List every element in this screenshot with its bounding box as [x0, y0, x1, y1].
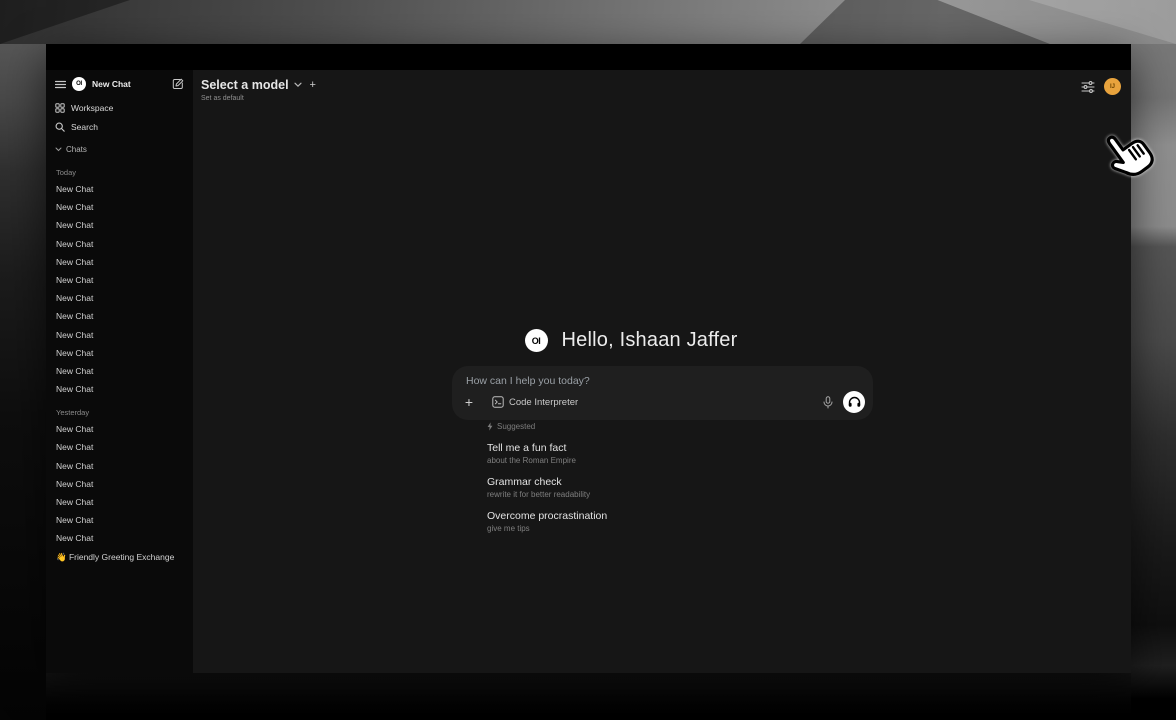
suggested-prompt-title: Tell me a fun fact	[487, 442, 817, 454]
chat-list-item[interactable]: New Chat	[46, 380, 193, 398]
suggested-prompt-subtitle: give me tips	[487, 524, 817, 533]
chat-list-item[interactable]: New Chat	[46, 198, 193, 216]
model-selector-label: Select a model	[201, 78, 289, 92]
chat-list-item[interactable]: New Chat	[46, 216, 193, 234]
desktop-background: OI New Chat Workspace Search	[0, 0, 1176, 720]
chat-input-box[interactable]: How can I help you today? + Code Interpr…	[452, 366, 873, 420]
code-interpreter-toggle[interactable]: Code Interpreter	[492, 396, 578, 408]
main-header: Select a model + Set as default IJ	[193, 70, 1131, 106]
model-selector-block: Select a model + Set as default	[201, 78, 316, 102]
suggested-prompt-subtitle: rewrite it for better readability	[487, 490, 817, 499]
chat-list-item[interactable]: New Chat	[46, 529, 193, 547]
chat-list-item-named[interactable]: 👋 Friendly Greeting Exchange	[46, 548, 193, 567]
wallpaper-right	[1131, 44, 1176, 720]
suggested-prompt-subtitle: about the Roman Empire	[487, 456, 817, 465]
code-interpreter-label: Code Interpreter	[509, 397, 578, 408]
sidebar-header: OI New Chat	[46, 70, 193, 98]
sidebar-title: New Chat	[92, 79, 166, 89]
new-chat-icon[interactable]	[172, 78, 184, 90]
microphone-icon[interactable]	[819, 393, 837, 411]
suggested-prompt[interactable]: Overcome procrastination give me tips	[487, 510, 817, 533]
window-top-bar	[46, 44, 1131, 70]
chat-groups: TodayNew ChatNew ChatNew ChatNew ChatNew…	[46, 165, 193, 548]
chat-input-actions: + Code Interpreter	[452, 390, 873, 414]
attach-button[interactable]: +	[460, 393, 478, 411]
suggested-prompts: Suggested Tell me a fun fact about the R…	[487, 422, 817, 533]
app-logo: OI	[72, 77, 86, 91]
wallpaper-left	[0, 44, 46, 720]
chat-input-placeholder[interactable]: How can I help you today?	[466, 375, 590, 387]
suggested-prompt-title: Grammar check	[487, 476, 817, 488]
suggested-prompt[interactable]: Tell me a fun fact about the Roman Empir…	[487, 442, 817, 465]
app-logo: OI	[525, 329, 548, 352]
sidebar-item-label: Search	[71, 122, 98, 132]
user-avatar[interactable]: IJ	[1104, 78, 1121, 95]
chat-list-item[interactable]: New Chat	[46, 235, 193, 253]
greeting-text: Hello, Ishaan Jaffer	[562, 329, 738, 352]
app-window: OI New Chat Workspace Search	[46, 44, 1131, 673]
sidebar-item-search[interactable]: Search	[46, 117, 193, 136]
chat-group-label: Today	[46, 165, 193, 180]
sidebar-item-label: Workspace	[71, 103, 113, 113]
chevron-down-icon	[55, 147, 62, 152]
chat-list-item[interactable]: New Chat	[46, 362, 193, 380]
chevron-down-icon	[294, 82, 302, 88]
chat-list-item[interactable]: New Chat	[46, 457, 193, 475]
chat-list-item[interactable]: New Chat	[46, 344, 193, 362]
chats-section-header[interactable]: Chats	[46, 141, 193, 158]
suggested-header: Suggested	[487, 422, 817, 431]
suggested-label: Suggested	[497, 422, 535, 431]
chat-list-item[interactable]: New Chat	[46, 271, 193, 289]
greeting-row: OI Hello, Ishaan Jaffer	[193, 329, 1069, 352]
voice-call-button[interactable]	[843, 391, 865, 413]
workspace-grid-icon	[55, 103, 65, 113]
headphones-icon	[848, 396, 861, 408]
add-model-button[interactable]: +	[310, 79, 316, 91]
chat-list-item[interactable]: New Chat	[46, 438, 193, 456]
chat-list-item[interactable]: New Chat	[46, 511, 193, 529]
sidebar: OI New Chat Workspace Search	[46, 70, 193, 673]
chat-list-item[interactable]: New Chat	[46, 493, 193, 511]
chat-list-item[interactable]: New Chat	[46, 180, 193, 198]
bolt-icon	[487, 422, 493, 431]
suggested-prompt-title: Overcome procrastination	[487, 510, 817, 522]
suggested-prompt[interactable]: Grammar check rewrite it for better read…	[487, 476, 817, 499]
main-pane: Select a model + Set as default IJ	[193, 70, 1131, 673]
sidebar-toggle-icon[interactable]	[55, 80, 66, 89]
header-right-controls: IJ	[1081, 78, 1121, 95]
chat-group-label: Yesterday	[46, 405, 193, 420]
chats-section-label: Chats	[66, 145, 87, 154]
wallpaper-bottom	[46, 673, 1131, 720]
chat-list-item[interactable]: New Chat	[46, 307, 193, 325]
chat-list-item[interactable]: New Chat	[46, 475, 193, 493]
model-selector[interactable]: Select a model +	[201, 78, 316, 92]
search-icon	[55, 122, 65, 132]
code-interpreter-icon	[492, 396, 504, 408]
chat-list-item[interactable]: New Chat	[46, 420, 193, 438]
controls-sliders-icon[interactable]	[1081, 81, 1095, 93]
sidebar-item-workspace[interactable]: Workspace	[46, 98, 193, 117]
chat-list-item[interactable]: New Chat	[46, 253, 193, 271]
chat-list-item[interactable]: New Chat	[46, 326, 193, 344]
chat-list-item[interactable]: New Chat	[46, 289, 193, 307]
set-as-default-button[interactable]: Set as default	[201, 95, 316, 102]
